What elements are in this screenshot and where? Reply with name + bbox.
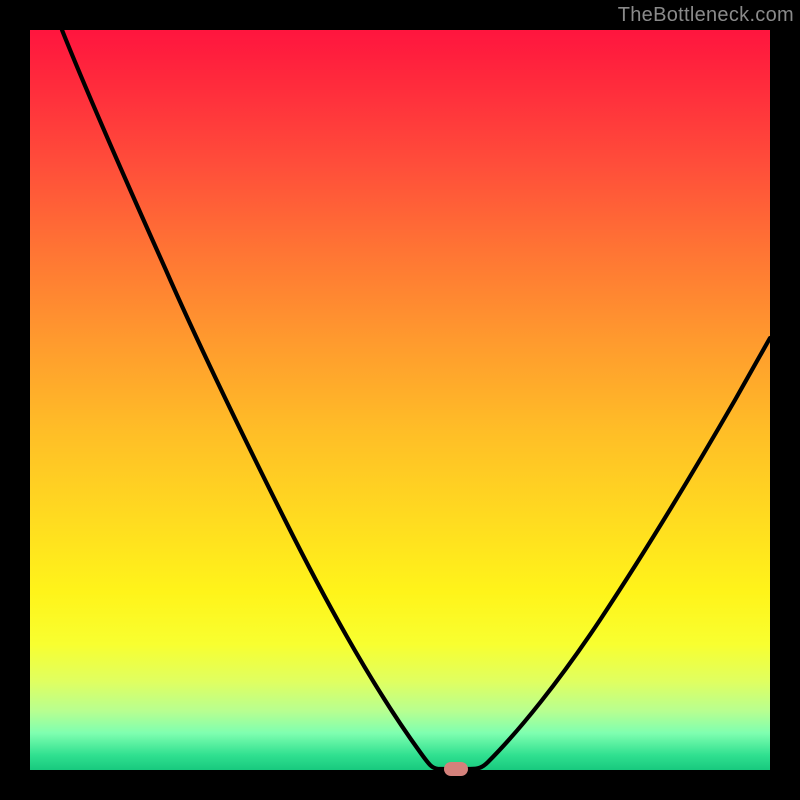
curve-path bbox=[62, 30, 770, 769]
watermark-text: TheBottleneck.com bbox=[618, 4, 794, 27]
bottleneck-curve bbox=[30, 30, 770, 770]
chart-frame: TheBottleneck.com bbox=[0, 0, 800, 800]
optimal-marker bbox=[444, 762, 468, 776]
